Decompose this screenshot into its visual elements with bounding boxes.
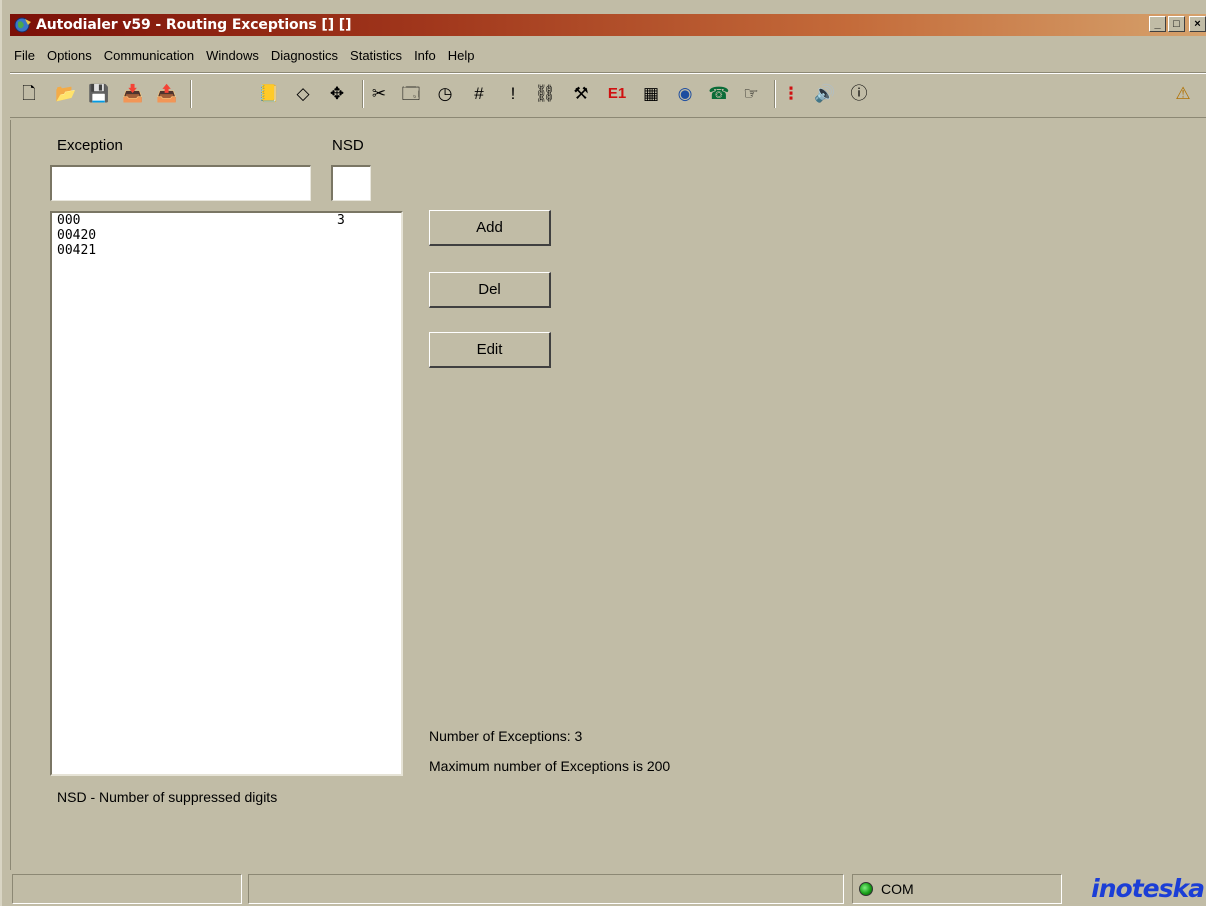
alert-icon[interactable]: !: [502, 82, 524, 104]
menu-bar: File Options Communication Windows Diagn…: [10, 44, 481, 66]
info-icon[interactable]: ⓘ: [848, 82, 870, 104]
calendar-icon[interactable]: ▦: [640, 82, 662, 104]
menu-windows[interactable]: Windows: [200, 48, 265, 63]
toolbar-divider: [10, 72, 1206, 74]
hand-icon[interactable]: ☞: [740, 82, 762, 104]
tools-icon[interactable]: ⚒: [570, 82, 592, 104]
toolbar-separator: [774, 80, 776, 108]
main-window: Autodialer v59 - Routing Exceptions [] […: [0, 0, 1206, 906]
phone-book-icon[interactable]: 📒: [258, 82, 280, 104]
menu-file[interactable]: File: [10, 48, 41, 63]
close-button[interactable]: ×: [1189, 16, 1206, 32]
maximize-icon: □: [1173, 17, 1180, 30]
exception-input[interactable]: [50, 165, 311, 201]
title-bar[interactable]: Autodialer v59 - Routing Exceptions [] […: [10, 14, 1206, 36]
toolbar-separator: [190, 80, 192, 108]
list-item[interactable]: 00421: [52, 243, 401, 258]
menu-help[interactable]: Help: [442, 48, 481, 63]
exceptions-list[interactable]: 000 3 00420 00421: [50, 211, 403, 776]
nsd-value: 3: [337, 213, 345, 228]
traffic-light-icon[interactable]: ⋮: [780, 82, 802, 104]
chip-icon[interactable]: ◇: [292, 82, 314, 104]
menu-options[interactable]: Options: [41, 48, 98, 63]
timer-icon[interactable]: ◷: [434, 82, 456, 104]
status-cell-2: [248, 874, 844, 904]
save-icon[interactable]: 💾: [88, 82, 110, 104]
toolbar-separator: [362, 80, 364, 108]
hash-icon[interactable]: #: [468, 82, 490, 104]
nsd-label: NSD: [332, 137, 364, 154]
toolbar: 🗋 📂 💾 📥 📤 📒 ◇ ✥ ✂ 🗔 ◷ # ! ⛓ ⚒ E1 ▦ ◉ ☎ ☞…: [10, 72, 1206, 118]
add-button[interactable]: Add: [429, 210, 551, 246]
cli-phone-icon[interactable]: ☎: [708, 82, 730, 104]
link-icon[interactable]: ⛓: [534, 82, 556, 104]
window-title: Autodialer v59 - Routing Exceptions [] […: [36, 17, 352, 33]
nsd-note: NSD - Number of suppressed digits: [57, 789, 278, 805]
exception-value: 00420: [57, 228, 97, 243]
exception-label: Exception: [57, 137, 123, 154]
window-controls: _ □ ×: [1149, 16, 1206, 32]
help-person-icon[interactable]: ⚠: [1172, 82, 1194, 104]
del-button[interactable]: Del: [429, 272, 551, 308]
status-cell-1: [12, 874, 242, 904]
scissors-icon[interactable]: ✂: [368, 82, 390, 104]
menu-statistics[interactable]: Statistics: [344, 48, 408, 63]
brand-logo: inoteska: [1091, 873, 1205, 903]
status-bar: COM inoteska: [10, 872, 1206, 906]
menu-info[interactable]: Info: [408, 48, 442, 63]
list-item[interactable]: 00420: [52, 228, 401, 243]
globe-icon[interactable]: ◉: [674, 82, 696, 104]
exception-value: 000: [57, 213, 81, 228]
import-icon[interactable]: 📥: [122, 82, 144, 104]
max-exceptions: Maximum number of Exceptions is 200: [429, 758, 671, 774]
exceptions-count: Number of Exceptions: 3: [429, 728, 583, 744]
com-status-cell: COM: [852, 874, 1062, 904]
speaker-icon[interactable]: 🔊: [814, 82, 836, 104]
menu-communication[interactable]: Communication: [98, 48, 200, 63]
exception-value: 00421: [57, 243, 97, 258]
close-icon: ×: [1194, 17, 1201, 30]
menu-diagnostics[interactable]: Diagnostics: [265, 48, 344, 63]
com-label: COM: [881, 881, 914, 897]
app-globe-icon: [14, 16, 32, 34]
open-icon[interactable]: 📂: [55, 82, 77, 104]
nsd-input[interactable]: [331, 165, 371, 201]
card-icon[interactable]: 🗔: [400, 82, 422, 104]
new-icon[interactable]: 🗋: [18, 82, 40, 104]
edit-button[interactable]: Edit: [429, 332, 551, 368]
minimize-button[interactable]: _: [1149, 16, 1166, 32]
com-led-icon: [859, 882, 873, 896]
list-item[interactable]: 000 3: [52, 213, 401, 228]
export-icon[interactable]: 📤: [156, 82, 178, 104]
maximize-button[interactable]: □: [1168, 16, 1185, 32]
minimize-icon: _: [1154, 17, 1161, 30]
routing-icon[interactable]: ✥: [326, 82, 348, 104]
e1-icon[interactable]: E1: [606, 82, 628, 104]
